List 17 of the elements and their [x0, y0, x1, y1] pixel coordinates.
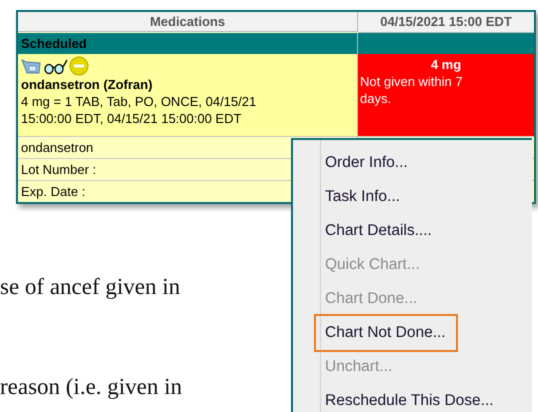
glasses-icon: [43, 57, 69, 75]
menu-item[interactable]: Reschedule This Dose...: [323, 384, 494, 412]
document-text: reason (i.e. given in: [0, 374, 182, 400]
menu-item[interactable]: Chart Not Done...: [314, 314, 458, 352]
menu-item[interactable]: Chart Details....: [323, 214, 432, 248]
column-header[interactable]: 04/15/2021 15:00 EDT: [358, 12, 534, 33]
tray-icon: [21, 57, 43, 75]
minus-circle-icon: [69, 56, 89, 76]
result-note: Not given within 7 days.: [360, 73, 464, 107]
order-details: 4 mg = 1 TAB, Tab, PO, ONCE, 04/15/21 15:00:00 EDT, 04/15/21 15:00:00 EDT: [21, 93, 258, 127]
column-header[interactable]: Medications: [18, 12, 358, 32]
section-header: Scheduled: [18, 33, 534, 54]
result-cell[interactable]: 4 mg Not given within 7 days.: [358, 54, 534, 136]
order-cell[interactable]: ondansetron (Zofran) 4 mg = 1 TAB, Tab, PO, ONCE, 04/15/21 15:00:00 EDT, 04/15/21 15:00:00 EDT: [18, 54, 358, 136]
document-text: se of ancef given in: [0, 274, 180, 300]
dose-text: 4 mg: [430, 56, 462, 73]
medication-name: ondansetron (Zofran): [21, 76, 154, 93]
